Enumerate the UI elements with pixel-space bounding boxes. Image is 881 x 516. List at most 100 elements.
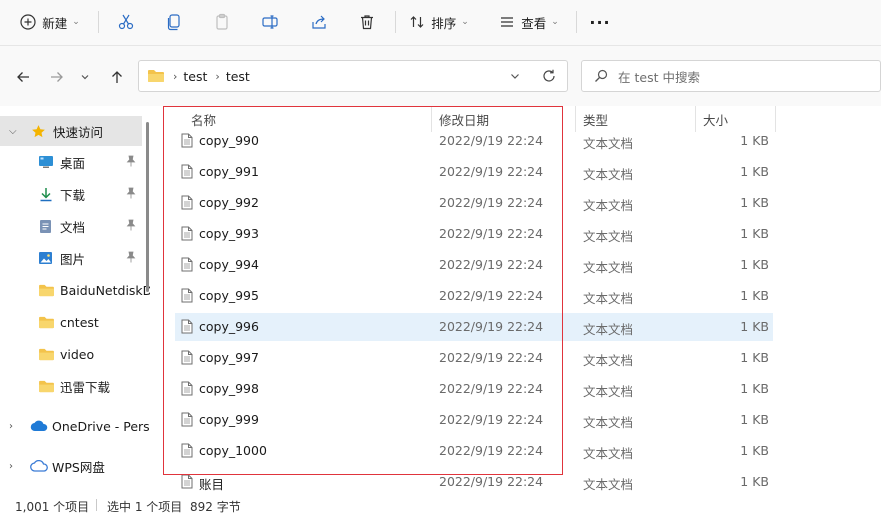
selected-size: 892 字节 <box>190 500 241 514</box>
pin-icon[interactable] <box>126 251 136 266</box>
new-button[interactable]: 新建 ⌄ <box>14 8 86 36</box>
star-icon <box>31 124 46 139</box>
file-size: 1 KB <box>740 257 769 272</box>
address-row: › test › test 在 test 中搜索 <box>0 46 881 106</box>
pin-icon[interactable] <box>126 187 136 202</box>
trash-icon <box>361 15 373 30</box>
text-file-icon <box>181 288 193 306</box>
copy-button[interactable] <box>160 8 188 36</box>
chevron-right-icon[interactable]: › <box>9 461 13 472</box>
file-date: 2022/9/19 22:24 <box>439 350 544 365</box>
delete-button[interactable] <box>353 8 381 36</box>
arrow-left-icon <box>17 72 29 82</box>
arrow-right-icon <box>51 72 63 82</box>
table-row[interactable]: copy_999 2022/9/19 22:24 文本文档 1 KB <box>175 406 773 434</box>
sidebar-item-xunlei-downloads[interactable]: 迅雷下载 <box>0 371 142 401</box>
cloud-icon <box>30 420 48 432</box>
table-row[interactable]: copy_992 2022/9/19 22:24 文本文档 1 KB <box>175 189 773 217</box>
sidebar-item-wps[interactable]: › WPS网盘 <box>0 451 142 481</box>
file-name: copy_997 <box>199 350 259 365</box>
cloud-outline-icon <box>30 460 48 472</box>
column-header-label: 类型 <box>583 112 609 128</box>
table-row[interactable]: copy_997 2022/9/19 22:24 文本文档 1 KB <box>175 344 773 372</box>
up-button[interactable] <box>106 66 128 88</box>
file-type: 文本文档 <box>583 291 634 306</box>
sidebar-item-video[interactable]: video <box>0 339 142 369</box>
file-size: 1 KB <box>740 443 769 458</box>
breadcrumb-item[interactable]: test <box>183 69 207 84</box>
text-file-icon <box>181 319 193 337</box>
picture-icon <box>38 251 53 265</box>
file-date: 2022/9/19 22:24 <box>439 195 544 210</box>
chevron-down-icon[interactable]: ⌵ <box>9 126 17 137</box>
folder-icon <box>38 348 55 361</box>
address-dropdown-button[interactable] <box>509 70 521 85</box>
rename-button[interactable] <box>256 8 284 36</box>
file-name: 账目 <box>199 477 225 492</box>
text-file-icon <box>181 412 193 430</box>
sidebar-item-onedrive[interactable]: › OneDrive - Pers <box>0 411 150 441</box>
column-header-label: 大小 <box>703 112 729 128</box>
table-row[interactable]: copy_996 2022/9/19 22:24 文本文档 1 KB <box>175 313 773 341</box>
table-row[interactable]: copy_990 2022/9/19 22:24 文本文档 1 KB <box>175 127 773 155</box>
view-button[interactable]: 查看 ⌄ <box>494 8 564 36</box>
file-size: 1 KB <box>740 164 769 179</box>
table-row[interactable]: copy_995 2022/9/19 22:24 文本文档 1 KB <box>175 282 773 310</box>
more-options-button[interactable]: ··· <box>586 8 614 36</box>
address-bar[interactable]: › test › test <box>138 60 568 92</box>
file-type: 文本文档 <box>583 477 634 492</box>
toolbar-divider <box>576 11 577 33</box>
pin-icon[interactable] <box>126 219 136 234</box>
file-size: 1 KB <box>740 226 769 241</box>
sidebar-item-desktop[interactable]: 桌面 <box>0 147 142 177</box>
sidebar-scrollbar[interactable] <box>146 122 149 292</box>
back-button[interactable] <box>12 66 34 88</box>
table-row[interactable]: copy_1000 2022/9/19 22:24 文本文档 1 KB <box>175 437 773 465</box>
file-type: 文本文档 <box>583 136 634 151</box>
sidebar-item-label: 图片 <box>60 251 86 267</box>
recent-locations-button[interactable] <box>76 66 94 88</box>
sidebar-item-documents[interactable]: 文档 <box>0 211 142 241</box>
search-input[interactable]: 在 test 中搜索 <box>581 60 881 92</box>
forward-button[interactable] <box>46 66 68 88</box>
copy-icon <box>167 14 180 31</box>
sidebar-item-downloads[interactable]: 下载 <box>0 179 142 209</box>
sidebar-item-quick-access[interactable]: ⌵ 快速访问 <box>0 116 142 146</box>
text-file-icon <box>181 164 193 182</box>
sidebar-item-cntest[interactable]: cntest <box>0 307 142 337</box>
table-row[interactable]: copy_998 2022/9/19 22:24 文本文档 1 KB <box>175 375 773 403</box>
share-button[interactable] <box>305 8 333 36</box>
file-date: 2022/9/19 22:24 <box>439 288 544 303</box>
column-divider[interactable] <box>775 106 776 132</box>
table-row[interactable]: copy_994 2022/9/19 22:24 文本文档 1 KB <box>175 251 773 279</box>
file-name: copy_994 <box>199 257 259 272</box>
file-list: ⌃ 名称 修改日期 类型 大小 copy_990 2022/9/19 22:24 文… <box>163 106 881 492</box>
table-row[interactable]: copy_991 2022/9/19 22:24 文本文档 1 KB <box>175 158 773 186</box>
file-type: 文本文档 <box>583 446 634 461</box>
sidebar-item-label: 下载 <box>60 187 86 203</box>
table-row[interactable]: 账目 2022/9/19 22:24 文本文档 1 KB <box>175 468 773 492</box>
refresh-button[interactable] <box>541 68 557 87</box>
sort-ascending-icon: ⌃ <box>303 106 311 112</box>
table-row[interactable]: copy_993 2022/9/19 22:24 文本文档 1 KB <box>175 220 773 248</box>
file-size: 1 KB <box>740 412 769 427</box>
pin-icon[interactable] <box>126 155 136 170</box>
chevron-right-icon[interactable]: › <box>9 421 13 432</box>
arrow-up-icon <box>112 71 122 83</box>
sort-button[interactable]: 排序 ⌄ <box>404 8 474 36</box>
sidebar-item-label: 快速访问 <box>53 124 104 140</box>
search-placeholder: 在 test 中搜索 <box>618 69 700 85</box>
sidebar-item-baidunetdisk[interactable]: BaiduNetdiskD <box>0 275 150 305</box>
file-name: copy_998 <box>199 381 259 396</box>
download-icon <box>39 187 53 202</box>
file-date: 2022/9/19 22:24 <box>439 443 544 458</box>
sidebar-item-pictures[interactable]: 图片 <box>0 243 142 273</box>
file-date: 2022/9/19 22:24 <box>439 257 544 272</box>
file-type: 文本文档 <box>583 260 634 275</box>
cut-button[interactable] <box>112 8 140 36</box>
paste-button[interactable] <box>208 8 236 36</box>
folder-icon <box>38 284 55 297</box>
breadcrumb-item[interactable]: test <box>226 69 250 84</box>
file-type: 文本文档 <box>583 384 634 399</box>
file-date: 2022/9/19 22:24 <box>439 474 544 489</box>
